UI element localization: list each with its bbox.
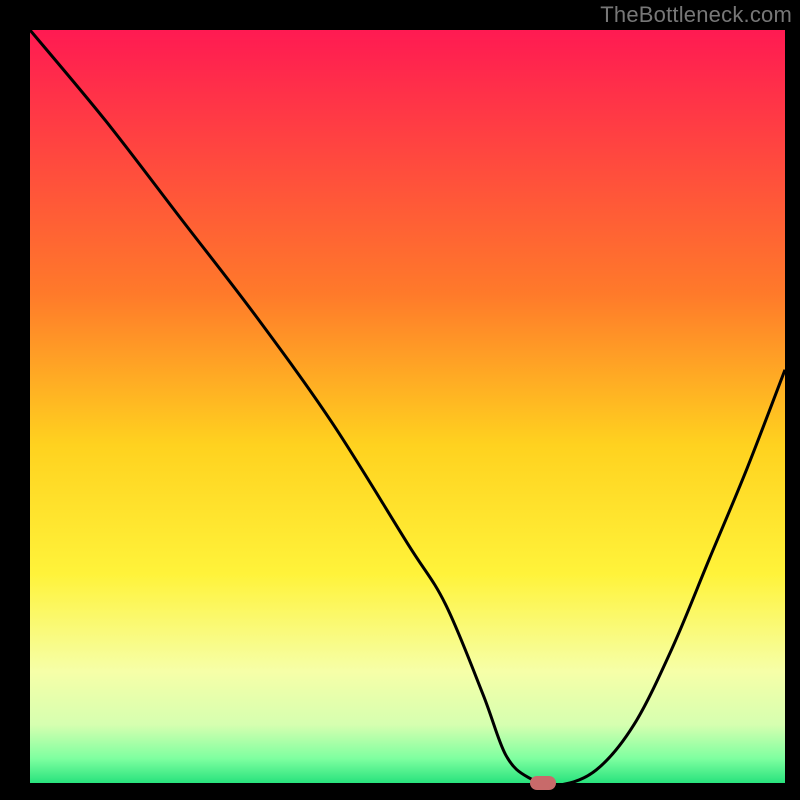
watermark-text: TheBottleneck.com (600, 2, 792, 28)
chart-stage: TheBottleneck.com (0, 0, 800, 800)
gradient-background (30, 30, 785, 785)
plot-area (30, 30, 785, 785)
plot-svg (30, 30, 785, 785)
optimum-marker (530, 776, 556, 790)
